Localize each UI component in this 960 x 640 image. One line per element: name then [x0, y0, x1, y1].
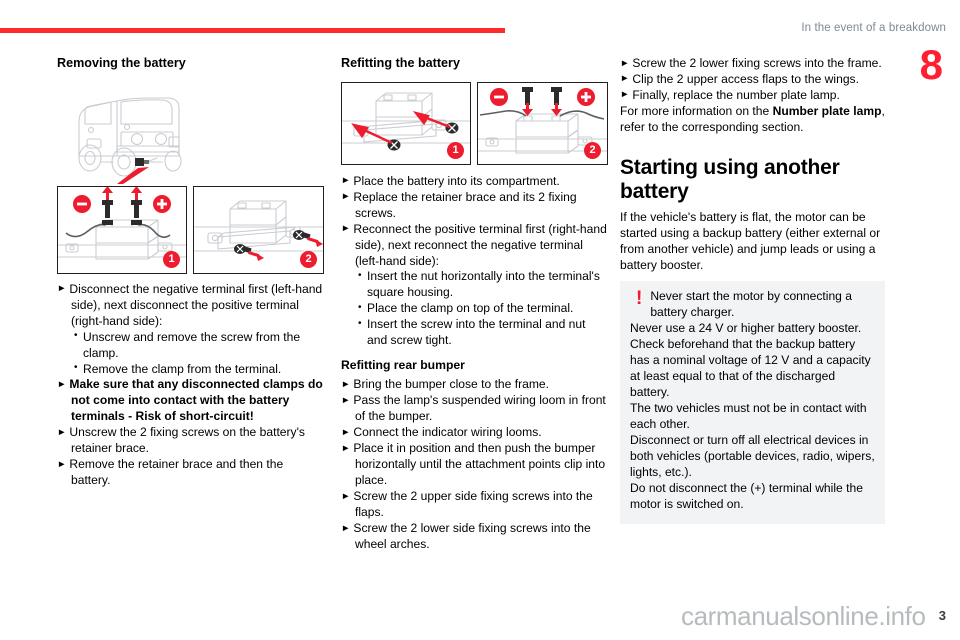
subsection-title-rear-bumper: Refitting rear bumper [341, 358, 465, 373]
arrow-bullet-icon: ► [341, 522, 351, 534]
step-item-warning: ► Make sure that any disconnected clamps … [57, 377, 323, 424]
list-item: Insert the nut horizontally into the ter… [358, 269, 608, 301]
list-item: Insert the screw into the terminal and n… [358, 317, 608, 349]
figure-badge: 2 [300, 250, 317, 268]
warning-line: Never use a 24 V or higher battery boost… [630, 321, 862, 336]
header-title: In the event of a breakdown [801, 22, 946, 34]
chapter-number-tab: 8 [919, 41, 943, 88]
arrow-bullet-icon: ► [57, 378, 67, 390]
arrow-bullet-icon: ► [341, 175, 351, 187]
page-header: In the event of a breakdown [0, 0, 960, 50]
figure-badge: 1 [163, 250, 180, 268]
column-left: Removing the battery 1 2 ► Disconnect th… [57, 56, 324, 489]
figure-remove-brace: 2 [193, 185, 324, 274]
battery-location-marker [135, 157, 149, 166]
vehicle-rear-illustration [57, 82, 324, 184]
step-item: ► Reconnect the positive terminal first (… [341, 221, 607, 268]
removing-sub-bullets: Unscrew and remove the screw from the cl… [57, 329, 324, 378]
step-item: ► Place it in position and then push the … [341, 441, 606, 488]
refitting-sub-bullets: Insert the nut horizontally into the ter… [341, 269, 608, 349]
cross-reference-target: Number plate lamp [772, 103, 882, 118]
arrow-bullet-icon: ► [341, 426, 351, 438]
step-item: ► Place the battery into its compartment. [341, 173, 560, 188]
warning-first-line: ! Never start the motor by connecting a … [630, 289, 875, 321]
page-title: Removing the battery [57, 56, 186, 70]
step-item: ► Disconnect the negative terminal first … [57, 281, 323, 328]
arrow-bullet-icon: ► [57, 458, 67, 470]
section-title-refitting: Refitting the battery [341, 56, 460, 70]
cross-reference: For more information on the Number plate… [620, 103, 885, 134]
arrow-bullet-icon: ► [620, 89, 630, 101]
arrow-bullet-icon: ► [620, 73, 630, 85]
arrow-bullet-icon: ► [57, 426, 67, 438]
step-item: ► Screw the 2 lower side fixing screws in… [341, 521, 591, 551]
step-item: ► Connect the indicator wiring looms. [341, 425, 542, 440]
step-item: ► Unscrew the 2 fixing screws on the batt… [57, 425, 305, 456]
arrow-bullet-icon: ► [341, 394, 351, 406]
warning-panel: ! Never start the motor by connecting a … [620, 281, 885, 524]
list-item: Unscrew and remove the screw from the cl… [74, 329, 324, 362]
figure-badge: 1 [447, 141, 464, 159]
arrow-bullet-icon: ► [341, 378, 351, 390]
arrow-bullet-icon: ► [341, 223, 351, 235]
step-item: ► Clip the 2 upper access flaps to the wi… [620, 71, 859, 86]
right-steps: ► Screw the 2 lower fixing screws into th… [620, 56, 885, 104]
section-heading-starting-another-battery: Starting using another battery [620, 155, 840, 204]
refitting-steps: ► Place the battery into its compartment.… [341, 174, 608, 349]
step-item: ► Remove the retainer brace and then the … [57, 457, 284, 488]
intro-paragraph: If the vehicle's battery is flat, the mo… [620, 210, 881, 273]
page-number: 3 [938, 608, 946, 623]
figure-refit-brace: 1 [341, 81, 471, 165]
column-right: ► Screw the 2 lower fixing screws into th… [620, 56, 885, 524]
warning-line: Check beforehand that the backup battery… [630, 337, 871, 400]
figure-row-removing: 1 2 [57, 185, 324, 274]
exclamation-icon: ! [636, 288, 643, 310]
arrow-bullet-icon: ► [341, 490, 351, 502]
arrow-bullet-icon: ► [341, 191, 351, 203]
arrow-bullet-icon: ► [620, 57, 630, 69]
column-middle: Refitting the battery 1 2 ► Place the ba… [341, 56, 608, 553]
header-red-rule [0, 28, 505, 33]
warning-line: The two vehicles must not be in contact … [630, 400, 867, 431]
step-item: ► Screw the 2 lower fixing screws into th… [620, 56, 882, 70]
arrow-bullet-icon: ► [341, 442, 351, 454]
figure-refit-terminals: 2 [477, 81, 608, 165]
figure-row-refitting: 1 2 [341, 81, 608, 165]
step-item: ► Bring the bumper close to the frame. [341, 377, 550, 392]
figure-remove-terminals: 1 [57, 185, 187, 274]
figure-badge: 2 [584, 141, 601, 159]
list-item: Remove the clamp from the terminal. [74, 361, 324, 378]
bumper-steps: ► Bring the bumper close to the frame. ► P… [341, 377, 608, 552]
arrow-bullet-icon: ► [57, 283, 67, 295]
watermark: carmanualsonline.info [681, 601, 926, 631]
removing-steps: ► Disconnect the negative terminal first … [57, 282, 324, 489]
step-item: ► Pass the lamp's suspended wiring loom i… [341, 393, 606, 424]
list-item: Place the clamp on top of the terminal. [358, 301, 608, 317]
step-item: ► Finally, replace the number plate lamp. [620, 87, 840, 102]
warning-first-text: Never start the motor by connecting a ba… [650, 289, 852, 320]
warning-line: Disconnect or turn off all electrical de… [630, 432, 875, 479]
step-item: ► Screw the 2 upper side fixing screws in… [341, 489, 593, 520]
step-item: ► Replace the retainer brace and its 2 fi… [341, 189, 577, 220]
warning-line: Do not disconnect the (+) terminal while… [630, 480, 863, 511]
